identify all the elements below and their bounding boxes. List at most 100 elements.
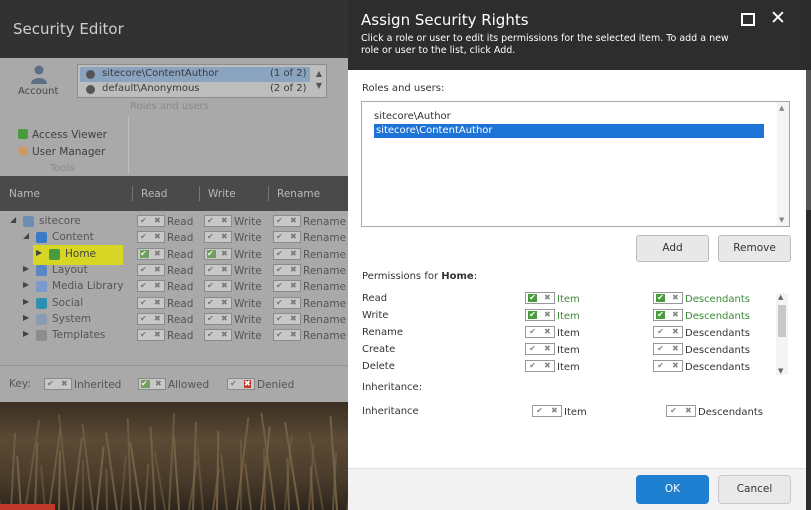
permission-cell-write[interactable]: ✔ ✖ Write bbox=[204, 247, 262, 262]
wheat-stalk bbox=[126, 418, 132, 510]
wheat-stalk bbox=[24, 419, 41, 510]
expand-arrow-icon[interactable]: ▶ bbox=[23, 280, 29, 289]
assign-security-rights-dialog: Assign Security Rights Click a role or u… bbox=[348, 0, 806, 510]
permission-cell-read[interactable]: ✔ ✖ Read bbox=[137, 263, 193, 278]
permission-cell-read[interactable]: ✔ ✖ Read bbox=[137, 312, 193, 327]
roles-users-listbox[interactable]: sitecore\Author sitecore\ContentAuthor ▲… bbox=[361, 101, 790, 227]
expand-arrow-icon[interactable]: ▶ bbox=[23, 313, 29, 322]
permission-cell-rename[interactable]: ✔ ✖ Rename bbox=[273, 231, 346, 245]
tree-row-layout[interactable]: ▶ Layout ✔ ✖ Read ✔ ✖ Write ✔ ✖ Rename bbox=[0, 263, 360, 279]
permissions-scrollbar[interactable]: ▲ ▼ bbox=[776, 293, 788, 375]
bottom-accent-bar bbox=[0, 504, 55, 510]
permission-cell-rename[interactable]: ✔ ✖ Rename bbox=[273, 280, 346, 294]
permission-cell-write[interactable]: ✔ ✖ Write bbox=[204, 296, 262, 311]
permission-row-rename: Rename ✔ ✖ Item ✔ ✖ Descendants bbox=[362, 326, 782, 340]
scroll-up-icon[interactable]: ▲ bbox=[779, 104, 784, 112]
permission-row-create: Create ✔ ✖ Item ✔ ✖ Descendants bbox=[362, 343, 782, 357]
wheat-stalk bbox=[10, 433, 17, 510]
close-icon[interactable]: ✕ bbox=[770, 8, 786, 28]
descendants-permission-toggle[interactable]: ✔ ✖ Descendants bbox=[653, 343, 750, 356]
wheat-stalk bbox=[120, 455, 127, 510]
user-manager-icon bbox=[18, 146, 28, 156]
item-permission-toggle[interactable]: ✔ ✖ Item bbox=[525, 343, 580, 356]
tree-row-home[interactable]: ▶ Home ✔ ✖ Read ✔ ✖ Write ✔ ✖ Rename bbox=[0, 244, 360, 265]
permission-row-delete: Delete ✔ ✖ Item ✔ ✖ Descendants bbox=[362, 360, 782, 374]
tree-row-social[interactable]: ▶ Social ✔ ✖ Read ✔ ✖ Write ✔ ✖ Rename bbox=[0, 296, 360, 312]
permissions-label: Permissions for Home: bbox=[362, 271, 478, 282]
permission-cell-rename[interactable]: ✔ ✖ Rename bbox=[273, 263, 346, 278]
list-item-selected[interactable]: sitecore\ContentAuthor bbox=[374, 124, 764, 138]
key-denied: ✔ ✖ Denied bbox=[227, 378, 294, 391]
dialog-header: Assign Security Rights Click a role or u… bbox=[348, 0, 806, 70]
expand-arrow-icon[interactable]: ▶ bbox=[36, 248, 42, 257]
item-permission-toggle[interactable]: ✔ ✖ Item bbox=[525, 292, 580, 305]
item-permission-toggle[interactable]: ✔ ✖ Item bbox=[525, 326, 580, 339]
list-item[interactable]: sitecore\ContentAuthor (1 of 2) bbox=[80, 67, 310, 82]
item-permission-toggle[interactable]: ✔ ✖ Item bbox=[525, 309, 580, 322]
permission-cell-write[interactable]: ✔ ✖ Write bbox=[204, 231, 262, 245]
list-item[interactable]: sitecore\Author bbox=[374, 110, 451, 124]
permission-cell-write[interactable]: ✔ ✖ Write bbox=[204, 329, 262, 343]
permission-cell-write[interactable]: ✔ ✖ Write bbox=[204, 263, 262, 278]
permission-cell-read[interactable]: ✔ ✖ Read bbox=[137, 215, 193, 229]
list-item[interactable]: default\Anonymous (2 of 2) bbox=[80, 82, 310, 97]
permission-name: Rename bbox=[362, 327, 404, 338]
tree-row-media-library[interactable]: ▶ Media Library ✔ ✖ Read ✔ ✖ Write ✔ ✖ Rename bbox=[0, 279, 360, 295]
tree-row-templates[interactable]: ▶ Templates ✔ ✖ Read ✔ ✖ Write ✔ ✖ Rename bbox=[0, 328, 360, 344]
expand-arrow-icon[interactable]: ▶ bbox=[23, 297, 29, 306]
scroll-down-icon[interactable]: ▼ bbox=[779, 216, 784, 224]
col-read[interactable]: Read bbox=[141, 188, 167, 200]
permission-cell-rename[interactable]: ✔ ✖ Rename bbox=[273, 296, 346, 311]
scroll-up-icon[interactable]: ▲ bbox=[778, 293, 783, 301]
col-rename[interactable]: Rename bbox=[277, 188, 320, 200]
add-button[interactable]: Add bbox=[636, 235, 709, 262]
account-button-label[interactable]: Account bbox=[18, 86, 58, 97]
permission-cell-rename[interactable]: ✔ ✖ Rename bbox=[273, 215, 346, 229]
permission-cell-read[interactable]: ✔ ✖ Read bbox=[137, 329, 193, 343]
wheat-stalk bbox=[144, 464, 150, 510]
wheat-stalk bbox=[58, 450, 62, 510]
tree-item-icon bbox=[36, 313, 47, 325]
tree-item-icon bbox=[36, 297, 47, 309]
account-icon[interactable] bbox=[30, 65, 48, 85]
collapse-arrow-icon[interactable]: ◢ bbox=[10, 215, 16, 224]
tree-row-system[interactable]: ▶ System ✔ ✖ Read ✔ ✖ Write ✔ ✖ Rename bbox=[0, 312, 360, 328]
remove-button[interactable]: Remove bbox=[718, 235, 791, 262]
scroll-down-icon[interactable]: ▼ bbox=[778, 367, 783, 375]
permission-cell-write[interactable]: ✔ ✖ Write bbox=[204, 280, 262, 294]
maximize-icon[interactable] bbox=[741, 13, 755, 26]
permission-cell-write[interactable]: ✔ ✖ Write bbox=[204, 215, 262, 229]
permission-cell-rename[interactable]: ✔ ✖ Rename bbox=[273, 329, 346, 343]
wheat-stalk bbox=[220, 454, 228, 510]
list-spinner[interactable]: ▲ ▼ bbox=[314, 68, 324, 94]
ok-button[interactable]: OK bbox=[636, 475, 709, 504]
cancel-button[interactable]: Cancel bbox=[718, 475, 791, 504]
permission-cell-read[interactable]: ✔ ✖ Read bbox=[137, 280, 193, 294]
descendants-permission-toggle[interactable]: ✔ ✖ Descendants bbox=[653, 309, 750, 322]
permission-cell-read[interactable]: ✔ ✖ Read bbox=[137, 296, 193, 311]
permission-cell-rename[interactable]: ✔ ✖ Rename bbox=[273, 247, 346, 262]
permission-cell-rename[interactable]: ✔ ✖ Rename bbox=[273, 312, 346, 327]
col-write[interactable]: Write bbox=[208, 188, 236, 200]
descendants-permission-toggle[interactable]: ✔ ✖ Descendants bbox=[653, 360, 750, 373]
expand-arrow-icon[interactable]: ▶ bbox=[23, 329, 29, 338]
tree-row-sitecore[interactable]: ◢ sitecore ✔ ✖ Read ✔ ✖ Write ✔ ✖ Rename bbox=[0, 214, 360, 230]
wheat-stalk bbox=[16, 456, 22, 510]
permission-cell-read[interactable]: ✔ ✖ Read bbox=[137, 247, 193, 262]
access-viewer-button[interactable]: Access Viewer bbox=[18, 129, 107, 141]
permission-cell-read[interactable]: ✔ ✖ Read bbox=[137, 231, 193, 245]
descendants-permission-toggle[interactable]: ✔ ✖ Descendants bbox=[653, 292, 750, 305]
expand-arrow-icon[interactable]: ▶ bbox=[23, 264, 29, 273]
permission-cell-write[interactable]: ✔ ✖ Write bbox=[204, 312, 262, 327]
scroll-thumb[interactable] bbox=[778, 305, 786, 337]
permission-name: Create bbox=[362, 344, 396, 355]
roles-users-list[interactable]: sitecore\ContentAuthor (1 of 2) default\… bbox=[77, 64, 327, 98]
col-name[interactable]: Name bbox=[9, 188, 40, 200]
inherit-descendants-toggle[interactable]: ✔ ✖ Descendants bbox=[666, 405, 763, 418]
user-manager-button[interactable]: User Manager bbox=[18, 146, 105, 158]
inherit-item-toggle[interactable]: ✔ ✖ Item bbox=[532, 405, 587, 418]
descendants-permission-toggle[interactable]: ✔ ✖ Descendants bbox=[653, 326, 750, 339]
item-permission-toggle[interactable]: ✔ ✖ Item bbox=[525, 360, 580, 373]
listbox-scrollbar[interactable]: ▲ ▼ bbox=[777, 102, 789, 226]
collapse-arrow-icon[interactable]: ◢ bbox=[23, 231, 29, 240]
